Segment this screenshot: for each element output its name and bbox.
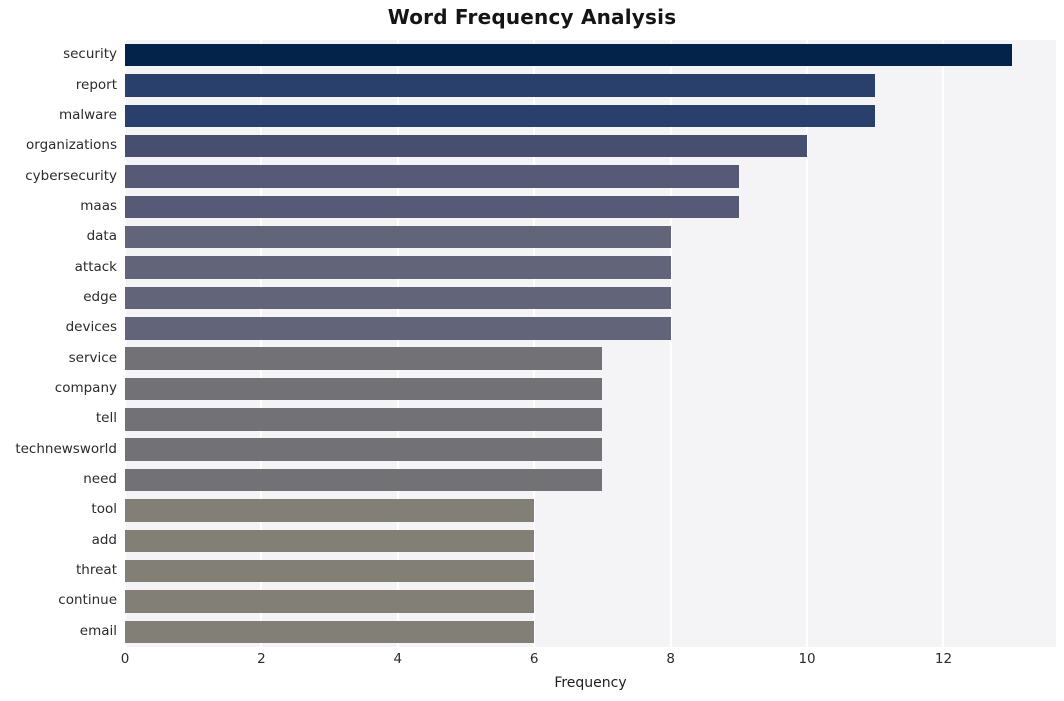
x-tick-label-2: 2 — [257, 651, 266, 667]
y-tick-label-security: security — [63, 46, 117, 63]
bar-row[interactable] — [125, 620, 1056, 644]
bar-attack[interactable] — [125, 256, 671, 279]
y-tick-label-add: add — [91, 531, 117, 548]
bar-row[interactable] — [125, 408, 1056, 431]
chart-title: Word Frequency Analysis — [387, 5, 677, 29]
y-tick-label-attack: attack — [74, 258, 117, 275]
y-tick-label-service: service — [68, 349, 117, 366]
bar-row[interactable] — [125, 559, 1056, 583]
y-tick-label-organizations: organizations — [26, 137, 117, 154]
x-tick-label-12: 12 — [934, 651, 953, 667]
y-axis-tick-labels: security report malware organizations cybers… — [0, 40, 117, 647]
bar-row[interactable] — [125, 256, 1056, 279]
y-tick-label-cybersecurity: cybersecurity — [25, 167, 117, 184]
y-tick-label-maas: maas — [80, 197, 117, 214]
x-axis-tick-labels: 0 2 4 6 8 10 12 — [0, 651, 1064, 673]
bar-threat[interactable] — [125, 559, 535, 583]
bar-row[interactable] — [125, 43, 1056, 67]
chart-figure: Word Frequency Analysis security report ma… — [0, 0, 1064, 701]
plot-area — [124, 40, 1056, 647]
bar-row[interactable] — [125, 499, 1056, 522]
y-tick-label-tool: tool — [91, 501, 117, 518]
bar-tell[interactable] — [125, 408, 603, 431]
x-tick-label-0: 0 — [120, 651, 130, 667]
bar-row[interactable] — [125, 529, 1056, 552]
y-tick-label-malware: malware — [58, 106, 117, 123]
y-tick-label-devices: devices — [65, 319, 117, 336]
bar-row[interactable] — [125, 590, 1056, 613]
bar-company[interactable] — [125, 377, 603, 401]
y-tick-label-data: data — [86, 228, 117, 245]
bar-series — [125, 40, 1056, 647]
bar-row[interactable] — [125, 347, 1056, 370]
bar-maas[interactable] — [125, 195, 739, 219]
y-tick-label-technewsworld: technewsworld — [15, 440, 117, 457]
bar-row[interactable] — [125, 317, 1056, 340]
y-tick-label-need: need — [83, 471, 117, 488]
bar-add[interactable] — [125, 529, 535, 552]
x-tick-label-6: 6 — [529, 651, 539, 667]
bar-row[interactable] — [125, 438, 1056, 461]
bar-row[interactable] — [125, 226, 1056, 249]
bar-row[interactable] — [125, 74, 1056, 97]
bar-devices[interactable] — [125, 317, 671, 340]
bar-data[interactable] — [125, 226, 671, 249]
y-tick-label-tell: tell — [95, 410, 117, 427]
bar-report[interactable] — [125, 74, 876, 97]
bar-tool[interactable] — [125, 499, 535, 522]
bar-continue[interactable] — [125, 590, 535, 613]
x-tick-label-10: 10 — [798, 651, 816, 667]
x-tick-label-4: 4 — [393, 651, 403, 667]
bar-technewsworld[interactable] — [125, 438, 603, 461]
bar-row[interactable] — [125, 377, 1056, 401]
bar-security[interactable] — [125, 43, 1012, 67]
x-tick-label-8: 8 — [666, 651, 675, 667]
bar-email[interactable] — [125, 620, 535, 644]
bar-row[interactable] — [125, 104, 1056, 128]
y-tick-label-email: email — [79, 622, 117, 639]
bar-service[interactable] — [125, 347, 603, 370]
y-tick-label-threat: threat — [76, 562, 117, 579]
y-tick-label-continue: continue — [58, 592, 117, 609]
bar-row[interactable] — [125, 286, 1056, 310]
y-tick-label-edge: edge — [83, 288, 117, 305]
bar-row[interactable] — [125, 165, 1056, 188]
bar-cybersecurity[interactable] — [125, 165, 739, 188]
bar-malware[interactable] — [125, 104, 876, 128]
bar-edge[interactable] — [125, 286, 671, 310]
bar-need[interactable] — [125, 468, 603, 492]
y-tick-label-company: company — [54, 380, 117, 397]
y-tick-label-report: report — [75, 76, 117, 93]
bar-organizations[interactable] — [125, 134, 808, 158]
bar-row[interactable] — [125, 195, 1056, 219]
x-axis-title: Frequency — [554, 675, 627, 691]
bar-row[interactable] — [125, 468, 1056, 492]
bar-row[interactable] — [125, 134, 1056, 158]
